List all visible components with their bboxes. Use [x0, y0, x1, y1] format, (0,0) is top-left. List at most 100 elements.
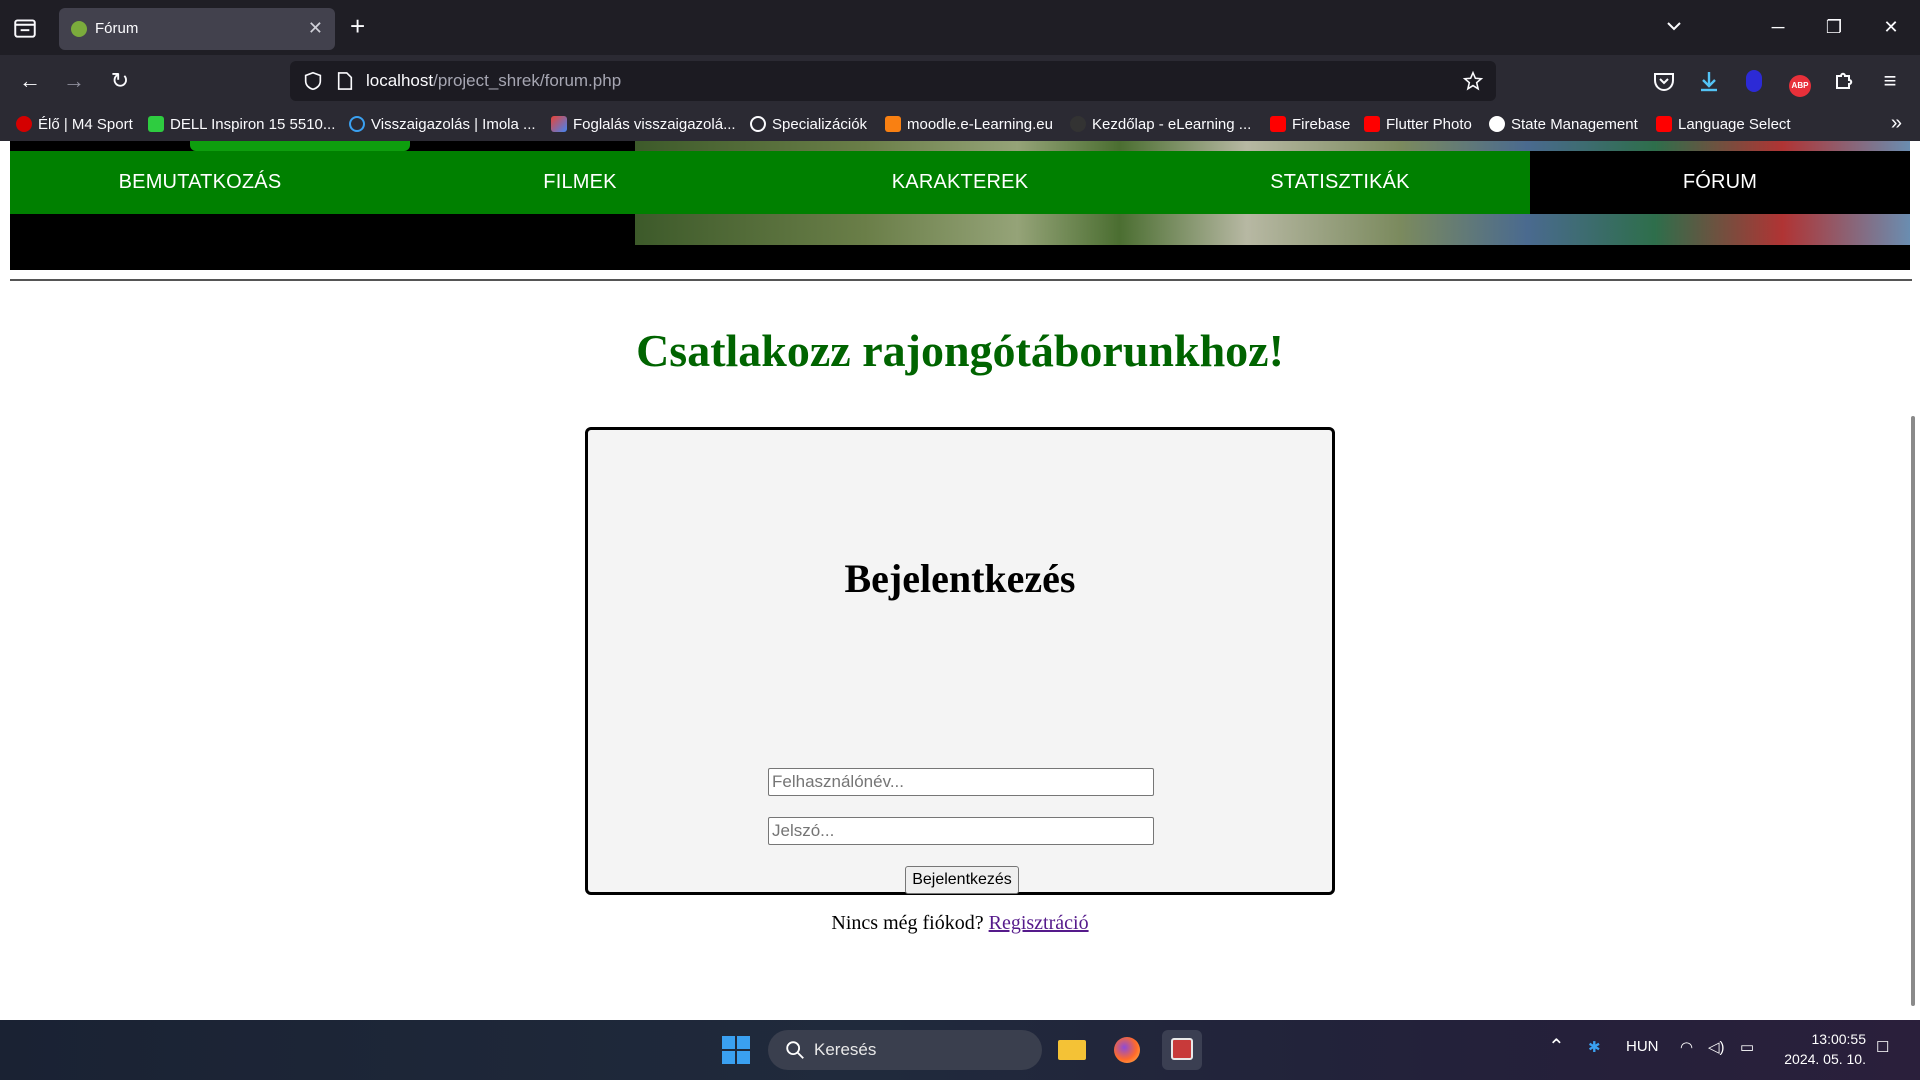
windows-start-icon[interactable]: [722, 1036, 750, 1064]
bookmark-dell[interactable]: DELL Inspiron 15 5510...: [148, 114, 335, 134]
taskbar-search[interactable]: Keresés: [768, 1030, 1042, 1070]
clock-time: 13:00:55: [1811, 1031, 1867, 1047]
username-input[interactable]: [768, 768, 1154, 796]
gmail-icon: [551, 116, 567, 132]
back-arrow-icon[interactable]: ←: [16, 67, 44, 95]
minimize-icon[interactable]: ─: [1765, 14, 1791, 40]
firefox-icon[interactable]: [1107, 1030, 1147, 1070]
bookmark-star-icon[interactable]: [1462, 70, 1484, 92]
close-tab-icon[interactable]: ✕: [308, 18, 323, 39]
restore-icon[interactable]: ❐: [1821, 14, 1847, 40]
bookmark-flutter-photo[interactable]: Flutter Photo: [1364, 114, 1472, 134]
url-text[interactable]: localhost/project_shrek/forum.php: [366, 71, 621, 91]
globe-icon: [750, 116, 766, 132]
chevron-up-icon[interactable]: ⌃: [1548, 1034, 1565, 1059]
bookmark-label: Firebase: [1292, 115, 1351, 133]
web-page: BEMUTATKOZÁS FILMEK KARAKTEREK STATISZTI…: [0, 141, 1920, 1020]
file-explorer-icon[interactable]: [1052, 1030, 1092, 1070]
chevron-down-icon[interactable]: [1662, 14, 1686, 38]
bookmark-label: Visszaigazolás | Imola ...: [371, 115, 536, 133]
bookmark-m4-sport[interactable]: Élő | M4 Sport: [16, 114, 133, 134]
bookmark-firebase[interactable]: Firebase: [1270, 114, 1350, 134]
bookmark-imola[interactable]: Visszaigazolás | Imola ...: [349, 114, 536, 134]
bookmark-label: Kezdőlap - eLearning ...: [1092, 115, 1252, 133]
no-account-text: Nincs még fiókod?: [831, 912, 984, 934]
adblock-plus-icon[interactable]: ABP: [1786, 67, 1814, 97]
tab-forum[interactable]: Fórum ✕: [59, 8, 335, 50]
register-link[interactable]: Regisztráció: [989, 912, 1089, 934]
elearning-icon: [1070, 116, 1086, 132]
bookmark-state-management[interactable]: State Management: [1489, 114, 1638, 134]
menu-item-bemutatkozas[interactable]: BEMUTATKOZÁS: [10, 151, 390, 214]
youtube-icon: [1270, 116, 1286, 132]
battery-icon[interactable]: ▭: [1740, 1038, 1754, 1056]
bookmark-label: Flutter Photo: [1386, 115, 1472, 133]
search-icon: [786, 1041, 804, 1059]
login-title: Bejelentkezés: [844, 556, 1076, 601]
bookmark-language-select[interactable]: Language Select: [1656, 114, 1791, 134]
forward-arrow-icon[interactable]: →: [60, 67, 88, 95]
bookmarks-toolbar: Élő | M4 Sport DELL Inspiron 15 5510... …: [0, 107, 1920, 141]
menu-item-karakterek[interactable]: KARAKTEREK: [770, 151, 1150, 214]
youtube-icon: [1656, 116, 1672, 132]
shield-icon[interactable]: [302, 70, 324, 92]
download-icon[interactable]: [1695, 67, 1723, 95]
bookmark-label: Élő | M4 Sport: [38, 115, 133, 133]
password-input[interactable]: [768, 817, 1154, 845]
tab-bar: Fórum ✕ + ─ ❐ ✕: [0, 0, 1920, 55]
bookmark-foglalas[interactable]: Foglalás visszaigazolá...: [551, 114, 736, 134]
login-button[interactable]: Bejelentkezés: [905, 866, 1019, 894]
tab-title: Fórum: [95, 20, 139, 37]
snipping-tool-icon[interactable]: [1162, 1030, 1202, 1070]
address-bar[interactable]: localhost/project_shrek/forum.php: [290, 61, 1496, 101]
dell-icon: [148, 116, 164, 132]
windows-taskbar: Keresés ⌃ ✱ HUN ◠ ◁) ▭ 13:00:55 2024. 05…: [0, 1020, 1920, 1080]
bookmark-label: Specializációk: [772, 115, 868, 133]
menu-item-forum[interactable]: FÓRUM: [1530, 151, 1910, 214]
search-placeholder: Keresés: [814, 1040, 877, 1059]
clock[interactable]: 13:00:55 2024. 05. 10.: [1776, 1029, 1866, 1069]
medium-icon: [1489, 116, 1505, 132]
youtube-icon: [1364, 116, 1380, 132]
bookmark-specializaciok[interactable]: Specializációk: [750, 114, 867, 134]
divider: [10, 279, 1912, 281]
url-host: localhost: [366, 71, 434, 90]
bookmark-elearning[interactable]: Kezdőlap - eLearning ...: [1070, 114, 1251, 134]
imola-icon: [349, 116, 365, 132]
bookmark-label: Language Select: [1678, 115, 1791, 133]
moodle-icon: [885, 116, 901, 132]
notifications-icon[interactable]: ☐: [1876, 1038, 1889, 1056]
window-close-icon[interactable]: ✕: [1878, 14, 1904, 40]
bookmark-label: moodle.e-Learning.eu: [907, 115, 1053, 133]
url-path: /project_shrek/forum.php: [433, 71, 622, 90]
extensions-puzzle-icon[interactable]: [1830, 67, 1858, 95]
page-scrollbar[interactable]: [1911, 416, 1915, 1006]
clock-date: 2024. 05. 10.: [1784, 1051, 1866, 1067]
bookmark-label: DELL Inspiron 15 5510...: [170, 115, 336, 133]
bookmark-label: Foglalás visszaigazolá...: [573, 115, 736, 133]
navigation-bar: ← → ↻ localhost/project_shrek/forum.php …: [0, 55, 1920, 107]
tab-list-icon[interactable]: [12, 15, 38, 41]
main-menu: BEMUTATKOZÁS FILMEK KARAKTEREK STATISZTI…: [10, 151, 1910, 214]
shrek-favicon-icon: [71, 21, 87, 37]
reload-icon[interactable]: ↻: [106, 67, 134, 95]
bookmark-moodle[interactable]: moodle.e-Learning.eu: [885, 114, 1053, 134]
menu-hamburger-icon[interactable]: ≡: [1876, 67, 1904, 95]
pocket-icon[interactable]: [1650, 67, 1678, 95]
page-title: Csatlakozz rajongótáborunkhoz!: [636, 325, 1284, 376]
register-prompt: Nincs még fiókod? Regisztráció: [588, 912, 1332, 935]
extension-icon[interactable]: [1740, 67, 1768, 95]
login-form: Bejelentkezés Bejelentkezés Nincs még fi…: [585, 427, 1335, 934]
bookmark-label: State Management: [1511, 115, 1638, 133]
wifi-icon[interactable]: ◠: [1680, 1038, 1693, 1056]
more-bookmarks-icon[interactable]: »: [1891, 112, 1902, 135]
m4-sport-icon: [16, 116, 32, 132]
page-info-icon[interactable]: [336, 71, 354, 91]
new-tab-icon[interactable]: +: [350, 13, 365, 39]
language-indicator[interactable]: HUN: [1626, 1038, 1659, 1055]
volume-icon[interactable]: ◁): [1708, 1038, 1725, 1056]
site-logo[interactable]: [190, 141, 410, 151]
menu-item-statisztikak[interactable]: STATISZTIKÁK: [1150, 151, 1530, 214]
menu-item-filmek[interactable]: FILMEK: [390, 151, 770, 214]
bluetooth-icon[interactable]: ✱: [1588, 1038, 1601, 1056]
